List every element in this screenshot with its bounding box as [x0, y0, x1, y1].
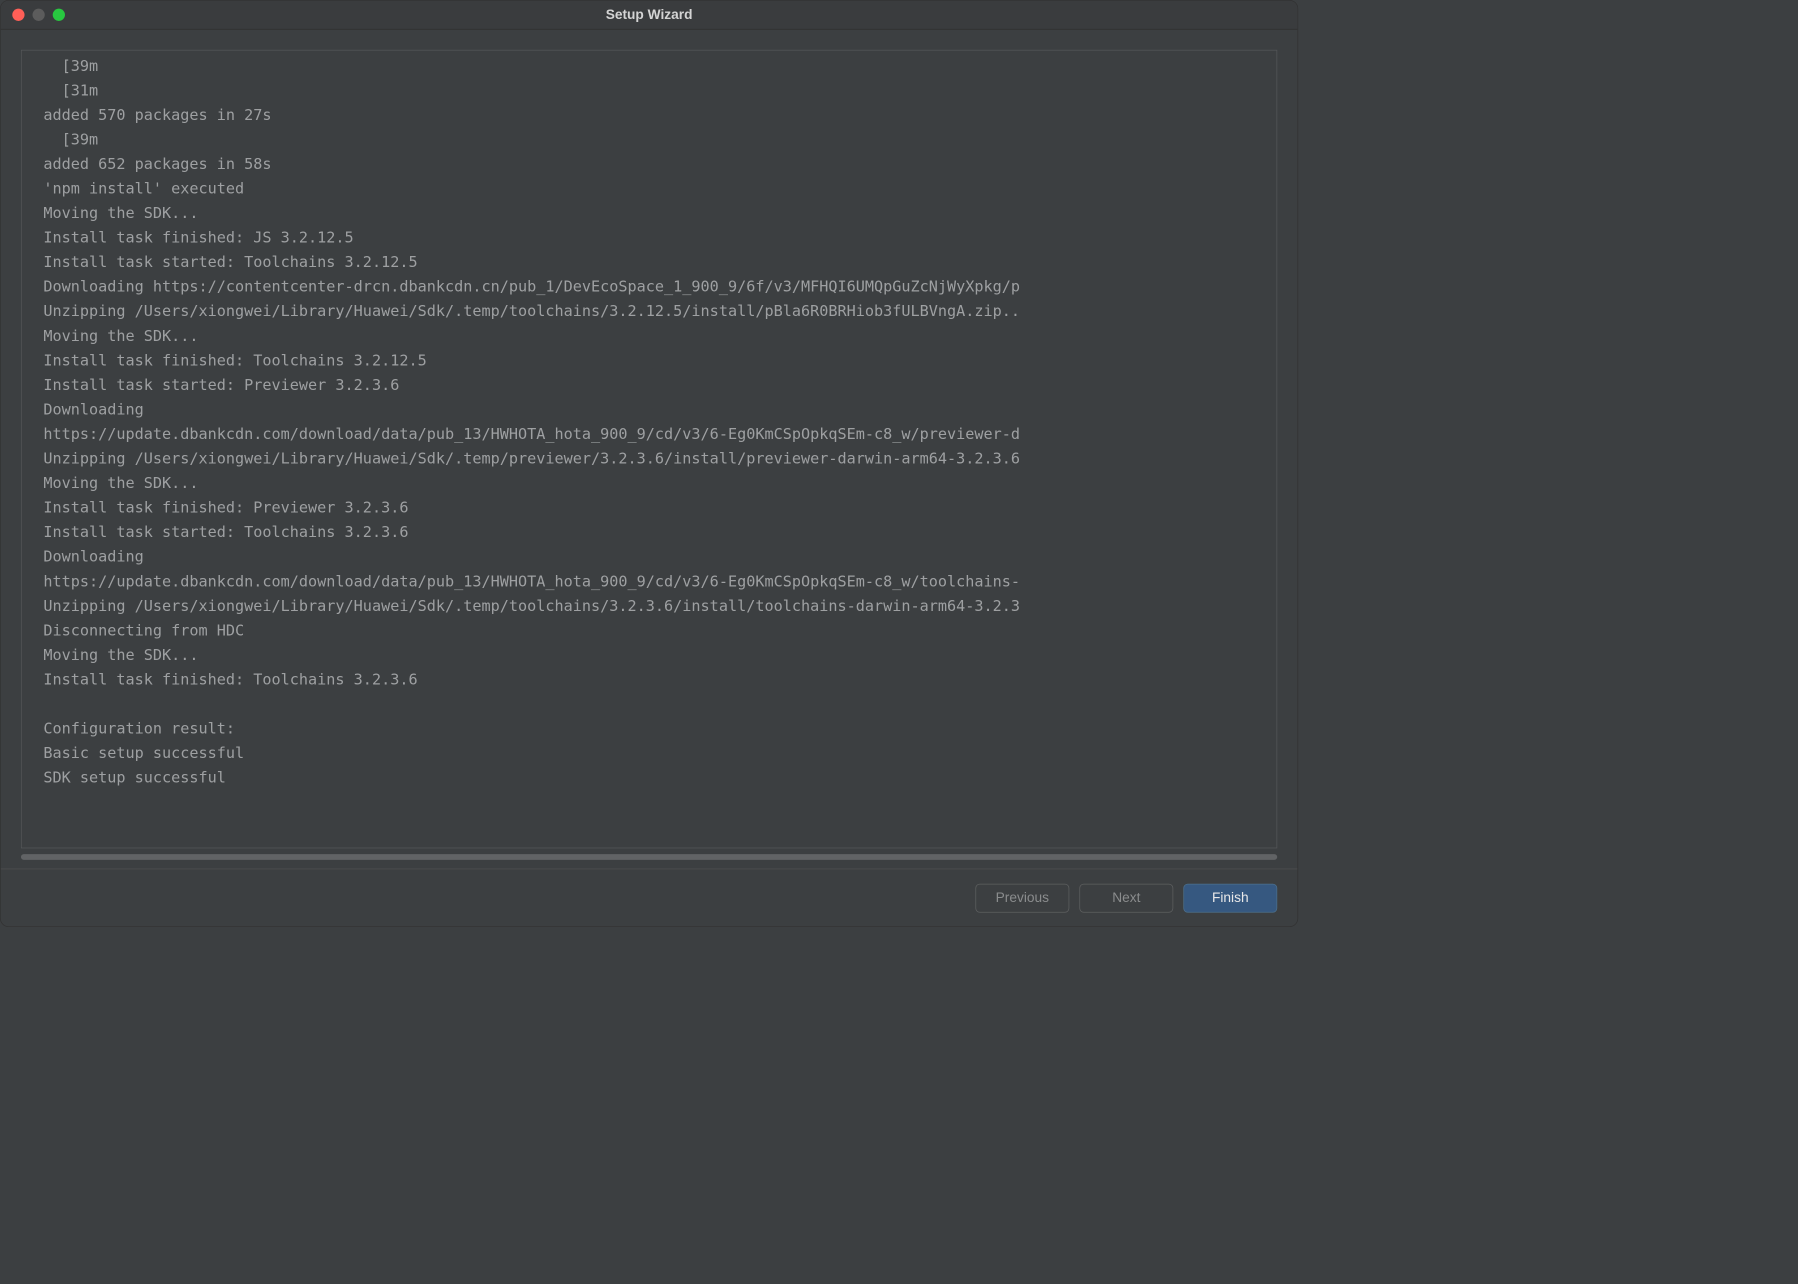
footer: Previous Next Finish: [1, 869, 1298, 927]
minimize-icon[interactable]: [32, 9, 44, 21]
window-controls: [1, 9, 65, 21]
horizontal-scrollbar[interactable]: [21, 854, 1277, 860]
log-output[interactable]: [39m [31m added 570 packages in 27s [39m…: [21, 50, 1277, 849]
next-button[interactable]: Next: [1079, 883, 1173, 912]
scrollbar-thumb[interactable]: [21, 854, 1277, 860]
setup-wizard-window: Setup Wizard [39m [31m added 570 package…: [0, 0, 1298, 927]
maximize-icon[interactable]: [53, 9, 65, 21]
previous-button[interactable]: Previous: [975, 883, 1069, 912]
content-area: [39m [31m added 570 packages in 27s [39m…: [1, 30, 1298, 869]
titlebar: Setup Wizard: [1, 1, 1298, 30]
close-icon[interactable]: [12, 9, 24, 21]
finish-button[interactable]: Finish: [1183, 883, 1277, 912]
window-title: Setup Wizard: [606, 7, 693, 23]
log-text: [39m [31m added 570 packages in 27s [39m…: [22, 53, 1277, 789]
